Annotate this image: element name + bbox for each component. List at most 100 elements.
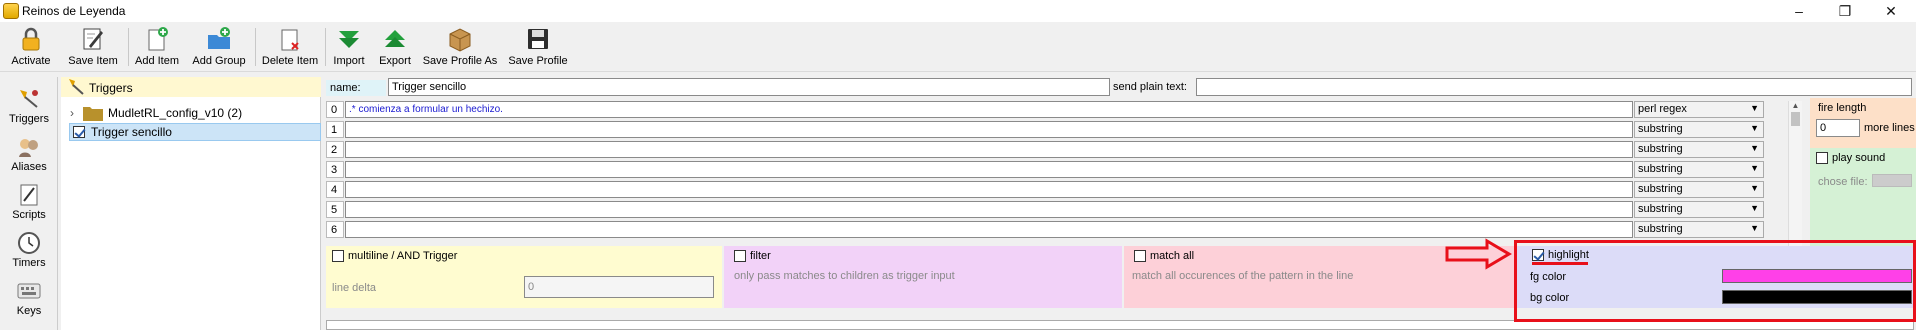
toolbar-separator: [325, 28, 326, 66]
filter-description: only pass matches to children as trigger…: [734, 270, 955, 282]
pattern-input[interactable]: [345, 181, 1633, 198]
save-profile-as-button[interactable]: Save Profile As: [420, 24, 500, 70]
pattern-input[interactable]: [345, 141, 1633, 158]
pattern-row: 4 substring ▼: [326, 181, 1784, 198]
tree-item-label: Trigger sencillo: [91, 125, 172, 139]
multiline-checkbox[interactable]: multiline / AND Trigger: [332, 250, 458, 263]
annotation-box: [1514, 240, 1916, 322]
chevron-right-icon[interactable]: ›: [61, 106, 83, 120]
pattern-input[interactable]: [345, 201, 1633, 218]
box-icon: [449, 28, 471, 52]
line-delta-spinbox[interactable]: [524, 276, 714, 298]
multiline-label: multiline / AND Trigger: [348, 250, 458, 262]
save-item-button[interactable]: Save Item: [64, 24, 122, 70]
tree-item-selected[interactable]: Trigger sencillo: [69, 123, 321, 141]
chevron-down-icon: ▼: [1750, 163, 1759, 173]
checkbox-icon[interactable]: [734, 250, 746, 263]
scripts-icon: [20, 184, 38, 206]
pattern-input[interactable]: .* comienza a formular un hechizo.: [345, 101, 1633, 118]
match-all-checkbox[interactable]: match all: [1134, 250, 1194, 263]
checkbox-icon[interactable]: [1816, 152, 1828, 165]
pattern-type-select[interactable]: perl regex ▼: [1634, 101, 1764, 118]
sidebar-item-scripts[interactable]: Scripts: [0, 183, 58, 221]
pattern-type-select[interactable]: substring ▼: [1634, 221, 1764, 238]
lock-icon: [22, 27, 40, 51]
checkbox-icon[interactable]: [332, 250, 344, 263]
triggers-icon: [20, 90, 38, 108]
sidebar-item-triggers[interactable]: Triggers: [0, 87, 58, 125]
scroll-up-icon[interactable]: ▲: [1789, 101, 1802, 110]
add-item-label: Add Item: [134, 55, 180, 67]
pattern-row: 1 substring ▼: [326, 121, 1784, 138]
pattern-type-select[interactable]: substring ▼: [1634, 201, 1764, 218]
more-lines-label: more lines: [1864, 122, 1915, 134]
delete-item-button[interactable]: Delete Item: [260, 24, 320, 70]
pattern-input[interactable]: [345, 121, 1633, 138]
delete-document-icon: [281, 29, 299, 51]
multiline-panel: multiline / AND Trigger line delta: [326, 246, 722, 308]
pen-paper-icon: [83, 28, 103, 50]
match-all-description: match all occurences of the pattern in t…: [1132, 270, 1354, 282]
pattern-type-select[interactable]: substring ▼: [1634, 141, 1764, 158]
pattern-type-select[interactable]: substring ▼: [1634, 161, 1764, 178]
export-button[interactable]: Export: [374, 24, 416, 70]
toolbar-separator: [255, 28, 256, 66]
fire-length-label: fire length: [1818, 102, 1867, 114]
import-label: Import: [333, 55, 365, 67]
add-document-icon: [148, 27, 168, 51]
floppy-disk-icon: [528, 29, 548, 49]
play-sound-checkbox[interactable]: play sound: [1816, 152, 1886, 165]
checkbox-icon[interactable]: [1134, 250, 1146, 263]
pattern-type-select[interactable]: substring ▼: [1634, 181, 1764, 198]
name-input[interactable]: [388, 78, 1110, 96]
sidebar-item-keys[interactable]: Keys: [0, 279, 58, 317]
sidebar-item-aliases[interactable]: Aliases: [0, 135, 58, 173]
restore-icon[interactable]: ❐: [1822, 0, 1868, 22]
pattern-number: 2: [326, 141, 344, 158]
down-arrow-icon: [339, 31, 359, 48]
chose-file-button[interactable]: [1872, 174, 1912, 187]
fire-length-spinbox[interactable]: [1816, 119, 1860, 137]
pattern-type-value: perl regex: [1638, 103, 1687, 115]
play-sound-label: play sound: [1832, 152, 1886, 164]
pattern-scrollbar[interactable]: ▲: [1788, 101, 1802, 247]
keys-icon: [17, 283, 41, 299]
checkbox-icon[interactable]: [73, 126, 85, 138]
filter-panel: filter only pass matches to children as …: [724, 246, 1122, 308]
up-arrow-icon: [385, 30, 405, 47]
toolbar-separator: [128, 28, 129, 66]
activate-label: Activate: [11, 55, 51, 67]
export-label: Export: [379, 55, 411, 67]
pattern-row: 5 substring ▼: [326, 201, 1784, 218]
send-plain-text-input[interactable]: [1196, 78, 1912, 96]
save-profile-as-label: Save Profile As: [422, 55, 498, 67]
sidebar-item-timers[interactable]: Timers: [0, 231, 58, 269]
tree-folder-label: MudletRL_config_v10 (2): [108, 106, 243, 120]
add-item-button[interactable]: Add Item: [132, 24, 182, 70]
chevron-down-icon: ▼: [1750, 143, 1759, 153]
close-icon[interactable]: ✕: [1868, 0, 1914, 22]
trigger-tree: Triggers › MudletRL_config_v10 (2) Trigg…: [61, 77, 321, 330]
pattern-input[interactable]: [345, 221, 1633, 238]
pattern-input[interactable]: [345, 161, 1633, 178]
minimize-icon[interactable]: –: [1776, 0, 1822, 22]
pattern-type-value: substring: [1638, 223, 1683, 235]
chevron-down-icon: ▼: [1750, 203, 1759, 213]
activate-button[interactable]: Activate: [8, 24, 54, 70]
chevron-down-icon: ▼: [1750, 103, 1759, 113]
sidebar-label: Timers: [12, 257, 46, 269]
filter-checkbox[interactable]: filter: [734, 250, 771, 263]
save-item-label: Save Item: [68, 55, 118, 67]
pattern-number: 5: [326, 201, 344, 218]
sidebar-label: Scripts: [12, 209, 46, 221]
add-group-button[interactable]: Add Group: [190, 24, 248, 70]
chevron-down-icon: ▼: [1750, 183, 1759, 193]
add-group-label: Add Group: [192, 55, 246, 67]
pattern-type-select[interactable]: substring ▼: [1634, 121, 1764, 138]
annotation-arrow-icon: [1445, 238, 1512, 270]
scroll-thumb[interactable]: [1791, 112, 1800, 126]
import-button[interactable]: Import: [328, 24, 370, 70]
tree-folder[interactable]: › MudletRL_config_v10 (2): [61, 104, 321, 122]
save-profile-button[interactable]: Save Profile: [504, 24, 572, 70]
filter-label: filter: [750, 250, 771, 262]
